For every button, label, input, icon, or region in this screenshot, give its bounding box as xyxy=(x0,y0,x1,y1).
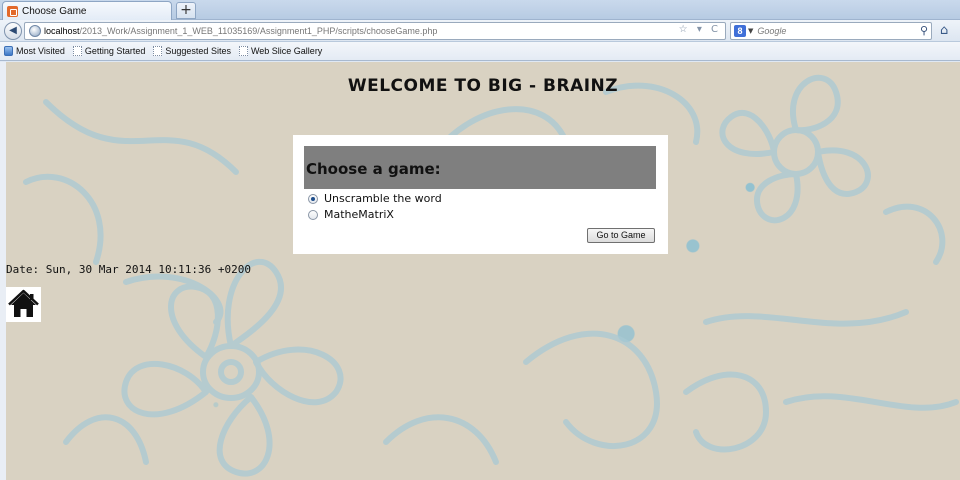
bookmark-label: Getting Started xyxy=(84,46,146,56)
search-placeholder: Google xyxy=(757,26,787,36)
option-unscramble[interactable]: Unscramble the word xyxy=(308,192,442,205)
search-icon[interactable]: ⚲ xyxy=(920,24,928,37)
tab-strip: Choose Game + xyxy=(0,0,960,20)
browser-home-icon[interactable]: ⌂ xyxy=(940,23,948,38)
back-button[interactable]: ◀ xyxy=(4,22,22,40)
chevron-down-icon[interactable]: ▼ xyxy=(748,27,753,35)
form-header: Choose a game: xyxy=(304,146,656,189)
url-text: localhost/2013_Work/Assignment_1_WEB_110… xyxy=(44,26,438,36)
bookmark-most-visited[interactable]: Most Visited xyxy=(4,46,65,56)
flower-bottom-left xyxy=(121,258,344,477)
home-link[interactable] xyxy=(6,287,41,322)
page-icon xyxy=(153,46,163,56)
favicon-icon xyxy=(7,5,18,17)
globe-icon xyxy=(29,25,41,37)
bookmark-web-slice-gallery[interactable]: Web Slice Gallery xyxy=(238,46,323,56)
form-heading: Choose a game: xyxy=(306,160,441,178)
new-tab-button[interactable]: + xyxy=(176,2,196,19)
bookmarks-toolbar: Most Visited Getting Started Suggested S… xyxy=(0,42,960,61)
page-icon xyxy=(238,46,248,56)
date-text: Date: Sun, 30 Mar 2014 10:11:36 +0200 xyxy=(6,263,252,276)
bookmark-label: Web Slice Gallery xyxy=(250,46,323,56)
bookmark-getting-started[interactable]: Getting Started xyxy=(72,46,146,56)
bookmark-label: Suggested Sites xyxy=(165,46,231,56)
choose-game-form: Choose a game: Unscramble the word Mathe… xyxy=(293,135,668,254)
navigation-bar: ◀ localhost/2013_Work/Assignment_1_WEB_1… xyxy=(0,20,960,42)
bookmark-label: Most Visited xyxy=(16,46,65,56)
radio-unscramble[interactable] xyxy=(308,193,318,204)
go-to-game-button[interactable]: Go to Game xyxy=(587,228,655,243)
option-mathematrix[interactable]: MatheMatriX xyxy=(308,208,394,221)
search-engine-icon[interactable]: 8 xyxy=(734,25,746,37)
tab-title: Choose Game xyxy=(22,5,87,17)
home-icon xyxy=(8,289,39,317)
most-visited-icon xyxy=(4,46,13,56)
tab-choose-game[interactable]: Choose Game xyxy=(2,1,172,20)
address-bar[interactable]: localhost/2013_Work/Assignment_1_WEB_110… xyxy=(24,22,726,40)
url-actions[interactable]: ☆ ▾ C xyxy=(679,24,721,35)
page-title: WELCOME TO BIG - BRAINZ xyxy=(347,76,619,96)
flower-top-right xyxy=(719,74,871,224)
bookmark-suggested-sites[interactable]: Suggested Sites xyxy=(153,46,231,56)
option-label: MatheMatriX xyxy=(324,208,394,221)
search-bar[interactable]: 8 ▼ Google ⚲ xyxy=(730,22,932,40)
option-label: Unscramble the word xyxy=(324,192,442,205)
radio-mathematrix[interactable] xyxy=(308,209,318,220)
page-content: WELCOME TO BIG - BRAINZ Choose a game: U… xyxy=(0,62,960,480)
page-icon xyxy=(72,46,82,56)
